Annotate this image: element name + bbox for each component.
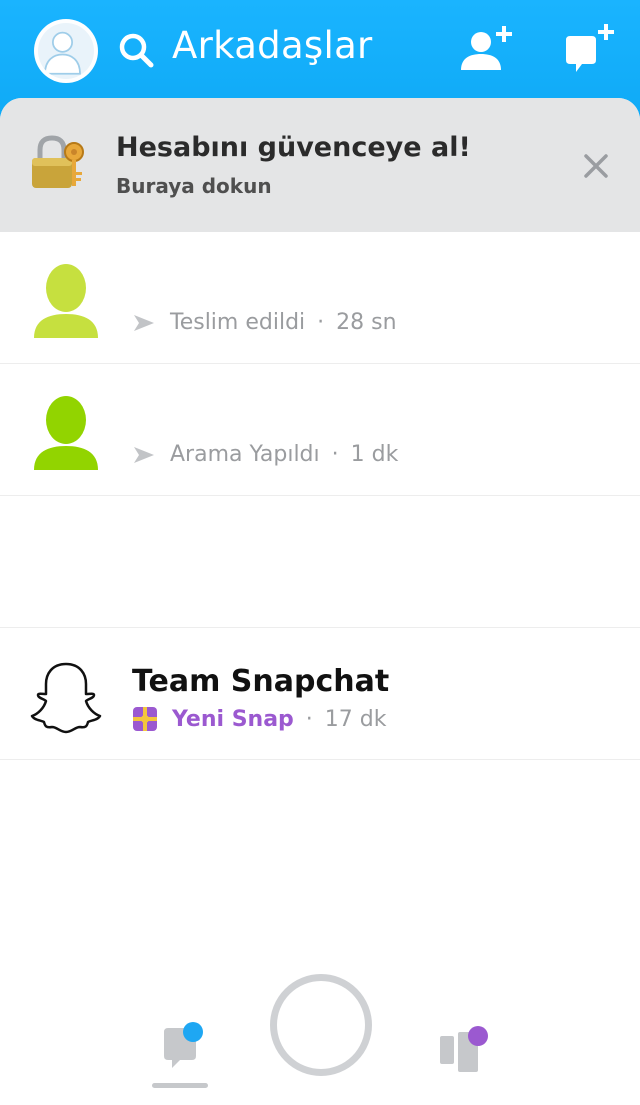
banner-subtitle: Buraya dokun bbox=[116, 174, 272, 198]
separator-dot: · bbox=[317, 310, 325, 335]
close-icon[interactable] bbox=[580, 150, 612, 182]
add-friend-icon[interactable] bbox=[456, 20, 518, 76]
status-text: Yeni Snap bbox=[172, 706, 294, 732]
chat-row[interactable]: Teslim edildi · 28 sn bbox=[0, 232, 640, 364]
chat-row[interactable]: Arama Yapıldı · 1 dk bbox=[0, 364, 640, 496]
avatar-icon bbox=[44, 31, 81, 75]
chat-status: Teslim edildi · 28 sn bbox=[132, 310, 397, 335]
chat-name: Team Snapchat bbox=[132, 664, 390, 699]
separator-dot: · bbox=[305, 706, 313, 732]
chat-status: Arama Yapıldı · 1 dk bbox=[132, 442, 398, 467]
status-time: 28 sn bbox=[336, 310, 397, 335]
discover-icon[interactable] bbox=[436, 1022, 492, 1074]
bitmoji-avatar-icon bbox=[34, 396, 98, 470]
status-time: 1 dk bbox=[350, 442, 399, 467]
discover-badge bbox=[468, 1026, 488, 1046]
chat-row-team-snapchat[interactable]: Team Snapchat Yeni Snap · 17 dk bbox=[0, 628, 640, 760]
chat-list-panel: Hesabını güvenceye al! Buraya dokun Tesl… bbox=[0, 98, 640, 1105]
lock-key-icon bbox=[32, 135, 84, 188]
profile-avatar-button[interactable] bbox=[34, 19, 98, 83]
chat-row[interactable] bbox=[0, 496, 640, 628]
chat-status: Yeni Snap · 17 dk bbox=[132, 706, 387, 732]
status-text: Teslim edildi bbox=[170, 310, 306, 335]
separator-dot: · bbox=[331, 442, 339, 467]
call-arrow-icon bbox=[134, 446, 154, 463]
status-text: Arama Yapıldı bbox=[170, 442, 320, 467]
snap-gift-icon bbox=[133, 707, 157, 731]
secure-account-banner[interactable]: Hesabını güvenceye al! Buraya dokun bbox=[0, 98, 640, 232]
active-tab-indicator bbox=[152, 1083, 208, 1088]
status-time: 17 dk bbox=[324, 706, 387, 732]
new-chat-icon[interactable] bbox=[562, 20, 618, 76]
banner-title: Hesabını güvenceye al! bbox=[116, 132, 471, 163]
camera-capture-button[interactable] bbox=[270, 974, 372, 1076]
ghost-icon bbox=[30, 662, 102, 734]
bitmoji-avatar-icon bbox=[34, 264, 98, 338]
search-icon[interactable] bbox=[116, 30, 156, 70]
page-title: Arkadaşlar bbox=[172, 24, 373, 67]
sent-arrow-icon bbox=[134, 314, 154, 331]
chat-badge bbox=[183, 1022, 203, 1042]
chat-icon[interactable] bbox=[160, 1018, 216, 1074]
